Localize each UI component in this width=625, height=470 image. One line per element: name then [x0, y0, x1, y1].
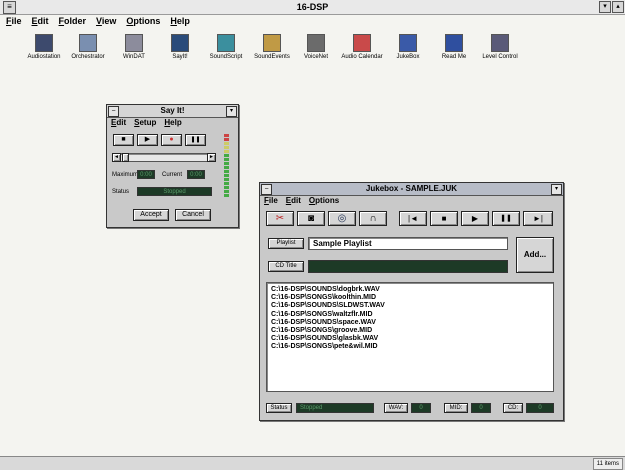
- sayit-menubar: Edit Setup Help: [111, 118, 182, 127]
- read-me-icon: [445, 34, 463, 52]
- menu-edit[interactable]: Edit: [32, 15, 49, 28]
- jukebox-window: − Jukebox - SAMPLE.JUK ▾ File Edit Optio…: [259, 182, 564, 421]
- minimize-icon[interactable]: ▾: [226, 106, 237, 117]
- jukebox-icon: [399, 34, 417, 52]
- cd-title-display: [308, 260, 508, 273]
- jukebox-menubar: File Edit Options: [264, 196, 339, 205]
- cut-button[interactable]: ✂: [266, 211, 294, 226]
- status-label: Status: [266, 403, 292, 413]
- soundevents-icon: [263, 34, 281, 52]
- headphones-button[interactable]: ∩: [359, 211, 387, 226]
- playlist-field[interactable]: Sample Playlist: [308, 237, 508, 250]
- jukebox-titlebar: − Jukebox - SAMPLE.JUK ▾: [260, 183, 563, 196]
- minimize-icon[interactable]: ▾: [551, 184, 562, 195]
- list-item[interactable]: C:\16-DSP\SOUNDS\dogbrk.WAV: [271, 286, 553, 294]
- add-button[interactable]: Add...: [516, 237, 554, 273]
- item-count: 11 items: [592, 458, 623, 470]
- jukebox-title: Jukebox - SAMPLE.JUK: [365, 184, 458, 193]
- sayit-window: − Say It! ▾ Edit Setup Help ■ ▶ ● ❚❚ ◄ ►…: [106, 104, 239, 228]
- soundscript-icon: [217, 34, 235, 52]
- main-titlebar: ≡ 16-DSP ▾ ▴: [0, 0, 625, 15]
- mid-count: 0: [471, 403, 491, 413]
- record-button[interactable]: ●: [161, 134, 182, 146]
- list-item[interactable]: C:\16-DSP\SONGS\groove.MID: [271, 327, 553, 335]
- current-label: Current: [162, 172, 183, 178]
- list-item[interactable]: C:\16-DSP\SONGS\waltzflr.MID: [271, 311, 553, 319]
- cancel-button[interactable]: Cancel: [175, 209, 211, 221]
- menu-options[interactable]: Options: [126, 15, 160, 28]
- play-button[interactable]: ▶: [461, 211, 489, 226]
- cd-button[interactable]: ◎: [328, 211, 356, 226]
- pause-button[interactable]: ❚❚: [185, 134, 206, 146]
- program-icons: Audiostation Orchestrator WinDAT SayIt! …: [18, 34, 538, 70]
- file-list[interactable]: C:\16-DSP\SOUNDS\dogbrk.WAV C:\16-DSP\SO…: [266, 282, 554, 392]
- menu-edit[interactable]: Edit: [286, 196, 301, 205]
- scroll-thumb[interactable]: [122, 153, 129, 162]
- maximize-icon[interactable]: ▴: [612, 1, 624, 13]
- maximum-value: 0:00: [137, 170, 155, 179]
- maximum-label: Maximum: [112, 172, 139, 178]
- status-label: Status: [112, 189, 130, 195]
- main-menubar: File Edit Folder View Options Help: [0, 15, 625, 28]
- camera-button[interactable]: ◙: [297, 211, 325, 226]
- menu-file[interactable]: File: [264, 196, 278, 205]
- cd-label: CD:: [503, 403, 523, 413]
- menu-file[interactable]: File: [6, 15, 22, 28]
- cd-count: 0: [526, 403, 554, 413]
- windat-icon: [125, 34, 143, 52]
- list-item[interactable]: C:\16-DSP\SOUNDS\SLDWST.WAV: [271, 302, 553, 310]
- orchestrator-icon: [79, 34, 97, 52]
- mid-label: MID:: [444, 403, 468, 413]
- menu-view[interactable]: View: [96, 15, 116, 28]
- sayit-titlebar: − Say It! ▾: [107, 105, 238, 118]
- menu-folder[interactable]: Folder: [59, 15, 87, 28]
- status-display: Stopped: [137, 187, 212, 196]
- status-bar: 11 items: [0, 456, 625, 470]
- stop-button[interactable]: ■: [430, 211, 458, 226]
- app-label: Level Control: [482, 54, 518, 60]
- minimize-icon[interactable]: ▾: [599, 1, 611, 13]
- scroll-left-icon[interactable]: ◄: [112, 153, 121, 162]
- next-track-button[interactable]: ►|: [523, 211, 553, 226]
- accept-button[interactable]: Accept: [133, 209, 169, 221]
- level-meter: [224, 134, 231, 198]
- list-item[interactable]: C:\16-DSP\SONGS\koolthin.MID: [271, 294, 553, 302]
- status-display: Stopped: [296, 403, 374, 413]
- audio-calendar-icon: [353, 34, 371, 52]
- list-item[interactable]: C:\16-DSP\SONGS\pete&wil.MID: [271, 343, 553, 351]
- window-title: 16-DSP: [296, 2, 329, 12]
- current-value: 0:00: [187, 170, 205, 179]
- app-level-control[interactable]: Level Control: [470, 34, 530, 60]
- voicenet-icon: [307, 34, 325, 52]
- sayit-title: Say It!: [160, 106, 185, 115]
- menu-setup[interactable]: Setup: [134, 118, 156, 127]
- previous-track-button[interactable]: |◄: [399, 211, 427, 226]
- menu-help[interactable]: Help: [170, 15, 190, 28]
- playlist-label: Playlist: [268, 238, 304, 249]
- pause-button[interactable]: ❚❚: [492, 211, 520, 226]
- cd-title-label: CD Title: [268, 261, 304, 272]
- wav-label: WAV:: [384, 403, 408, 413]
- audiostation-icon: [35, 34, 53, 52]
- menu-edit[interactable]: Edit: [111, 118, 126, 127]
- menu-options[interactable]: Options: [309, 196, 339, 205]
- stop-button[interactable]: ■: [113, 134, 134, 146]
- play-button[interactable]: ▶: [137, 134, 158, 146]
- sayit-icon: [171, 34, 189, 52]
- level-control-icon: [491, 34, 509, 52]
- scroll-right-icon[interactable]: ►: [207, 153, 216, 162]
- menu-help[interactable]: Help: [164, 118, 181, 127]
- wav-count: 0: [411, 403, 431, 413]
- list-item[interactable]: C:\16-DSP\SOUNDS\space.WAV: [271, 319, 553, 327]
- list-item[interactable]: C:\16-DSP\SOUNDS\glasbk.WAV: [271, 335, 553, 343]
